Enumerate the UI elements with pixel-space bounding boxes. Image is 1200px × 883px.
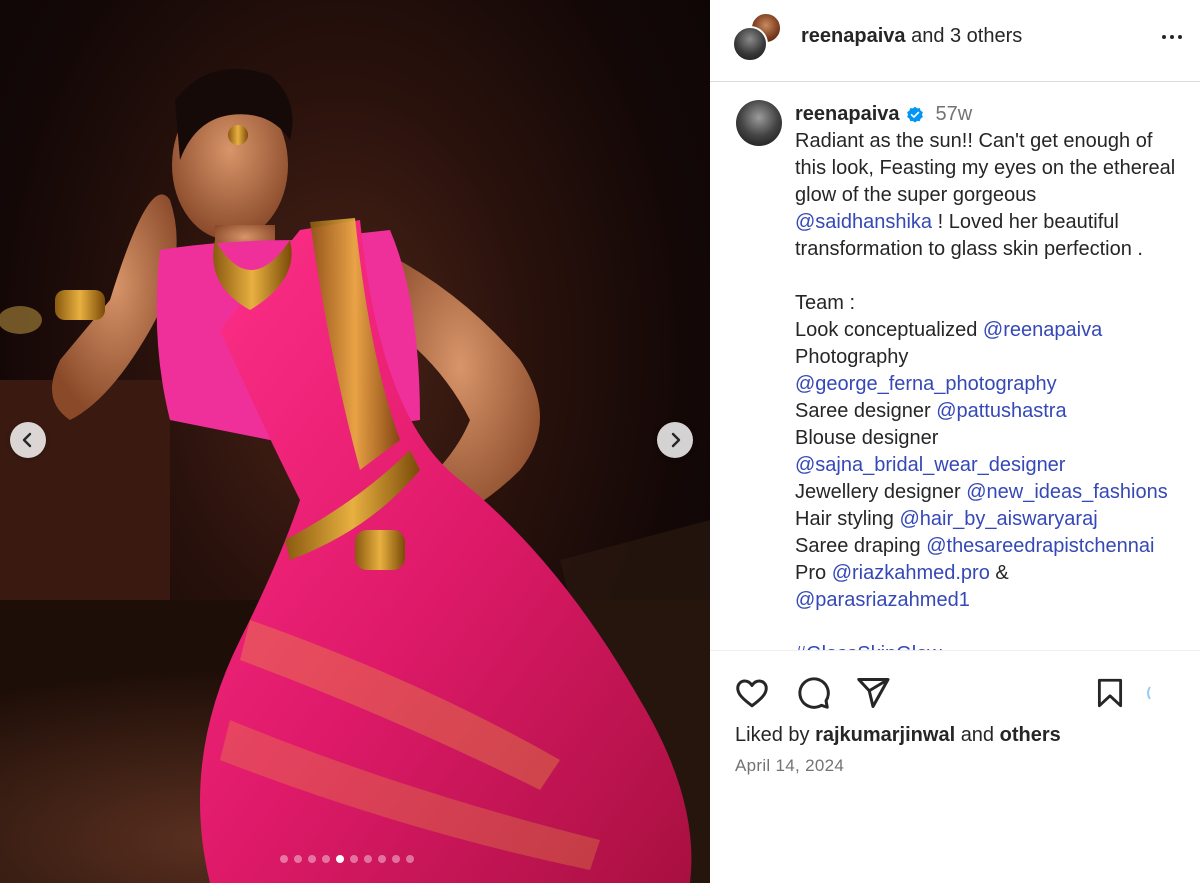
hashtag-link[interactable]: #GlassSkinGlow — [795, 643, 942, 650]
mention-link[interactable]: @saidhanshika — [795, 211, 932, 233]
slide-dot — [322, 855, 330, 863]
caption-text-segment: Pro — [795, 562, 832, 584]
paper-plane-icon — [857, 678, 890, 708]
slide-dot — [392, 855, 400, 863]
caption-line: Saree draping @thesareedrapistchennai — [795, 533, 1195, 560]
caption-line: Team : — [795, 290, 1195, 317]
mention-link[interactable]: @reenapaiva — [983, 319, 1102, 341]
caption-text-segment: & — [989, 562, 1009, 584]
mention-link[interactable]: @thesareedrapistchennai — [926, 535, 1154, 557]
slide-dot — [378, 855, 386, 863]
chevron-right-icon — [671, 432, 681, 448]
caption-line: transformation to glass skin perfection … — [795, 236, 1195, 263]
caption-line: Look conceptualized @reenapaiva — [795, 317, 1195, 344]
liked-by-label: Liked by — [735, 724, 810, 746]
post-sidebar: reenapaiva and 3 others reenapaiva 57w R… — [710, 0, 1200, 883]
comment-icon — [798, 677, 830, 709]
previous-slide-button[interactable] — [10, 422, 46, 458]
liked-by-user-link[interactable]: rajkumarjinwal — [815, 724, 955, 746]
next-slide-button[interactable] — [657, 422, 693, 458]
caption-text-segment: Radiant as the sun!! Can't get enough of — [795, 130, 1153, 152]
caption-line: @saidhanshika ! Loved her beautiful — [795, 209, 1195, 236]
likes-summary: Liked by rajkumarjinwal and others — [735, 724, 1061, 747]
caption-body: reenapaiva 57w Radiant as the sun!! Can'… — [795, 101, 1195, 650]
mention-link[interactable]: @george_ferna_photography — [795, 373, 1057, 395]
post-authors: reenapaiva and 3 others — [801, 25, 1022, 48]
caption-text-segment: Photography — [795, 346, 909, 368]
caption-line: glow of the super gorgeous — [795, 182, 1195, 209]
caption-text-segment: Saree draping — [795, 535, 927, 557]
post-photo — [0, 68, 710, 883]
avatar — [732, 26, 768, 62]
caption-text-segment: Jewellery designer — [795, 481, 967, 503]
caption-line: Pro @riazkahmed.pro & — [795, 560, 1195, 587]
chevron-left-icon — [22, 432, 32, 448]
liked-others-link[interactable]: others — [1000, 724, 1061, 746]
liked-and-label: and — [960, 724, 995, 746]
comment-button[interactable] — [793, 673, 833, 713]
caption-line: Photography — [795, 344, 1195, 371]
others-link[interactable]: and 3 others — [911, 25, 1022, 47]
mention-link[interactable]: @riazkahmed.pro — [832, 562, 990, 584]
like-button[interactable] — [732, 673, 772, 713]
caption-text-segment: Hair styling — [795, 508, 900, 530]
caption-text: Radiant as the sun!! Can't get enough of… — [795, 128, 1195, 650]
caption-line: Radiant as the sun!! Can't get enough of — [795, 128, 1195, 155]
save-button[interactable] — [1090, 673, 1130, 713]
mention-link[interactable]: @new_ideas_fashions — [966, 481, 1168, 503]
caption-username-link[interactable]: reenapaiva — [795, 101, 900, 128]
post-age: 57w — [935, 103, 973, 125]
collaborator-avatars[interactable] — [732, 12, 788, 64]
caption-line: Jewellery designer @new_ideas_fashions — [795, 479, 1195, 506]
more-options-button[interactable] — [1154, 22, 1190, 52]
caption-line: @george_ferna_photography — [795, 371, 1195, 398]
caption-header: reenapaiva 57w — [795, 101, 1195, 128]
slide-indicator — [280, 855, 414, 863]
verified-badge-icon — [906, 106, 923, 123]
caption-line: this look, Feasting my eyes on the ether… — [795, 155, 1195, 182]
mention-link[interactable]: @sajna_bridal_wear_designer — [795, 454, 1065, 476]
caption-text-segment: glow of the super gorgeous — [795, 184, 1037, 206]
caption-line: @sajna_bridal_wear_designer — [795, 452, 1195, 479]
share-button[interactable] — [853, 673, 893, 713]
avatar[interactable] — [736, 100, 782, 146]
caption-text-segment: Saree designer — [795, 400, 937, 422]
caption-line: @parasriazahmed1 — [795, 587, 1195, 614]
slide-dot — [336, 855, 344, 863]
bookmark-icon — [1097, 678, 1123, 708]
post-date[interactable]: April 14, 2024 — [735, 756, 844, 776]
slide-dot — [294, 855, 302, 863]
caption-line: #GlassSkinGlow — [795, 641, 1195, 650]
heart-icon — [736, 679, 768, 708]
mention-link[interactable]: @parasriazahmed1 — [795, 589, 970, 611]
caption-line: Hair styling @hair_by_aiswaryaraj — [795, 506, 1195, 533]
mention-link[interactable]: @hair_by_aiswaryaraj — [899, 508, 1097, 530]
caption-line: Saree designer @pattushastra — [795, 398, 1195, 425]
slide-dot — [308, 855, 316, 863]
caption-text-segment: Team : — [795, 292, 856, 314]
caption-text-segment: Look conceptualized — [795, 319, 983, 341]
more-icon — [1162, 35, 1166, 39]
slide-dot — [350, 855, 358, 863]
post-header: reenapaiva and 3 others — [710, 0, 1200, 82]
author-username-link[interactable]: reenapaiva — [801, 25, 906, 47]
scroll-indicator-icon — [1138, 673, 1158, 713]
slide-dot — [280, 855, 288, 863]
mention-link[interactable]: @pattushastra — [936, 400, 1066, 422]
caption-text-segment: this look, Feasting my eyes on the ether… — [795, 157, 1176, 179]
caption-text-segment: ! Loved her beautiful — [932, 211, 1119, 233]
slide-dot — [364, 855, 372, 863]
caption-line — [795, 614, 1195, 641]
post-media — [0, 0, 710, 883]
caption-text-segment: transformation to glass skin perfection … — [795, 238, 1143, 260]
slide-dot — [406, 855, 414, 863]
action-bar: Liked by rajkumarjinwal and others April… — [710, 650, 1200, 850]
caption-line — [795, 263, 1195, 290]
caption-section[interactable]: reenapaiva 57w Radiant as the sun!! Can'… — [710, 83, 1200, 650]
caption-line: Blouse designer — [795, 425, 1195, 452]
caption-text-segment: Blouse designer — [795, 427, 939, 449]
